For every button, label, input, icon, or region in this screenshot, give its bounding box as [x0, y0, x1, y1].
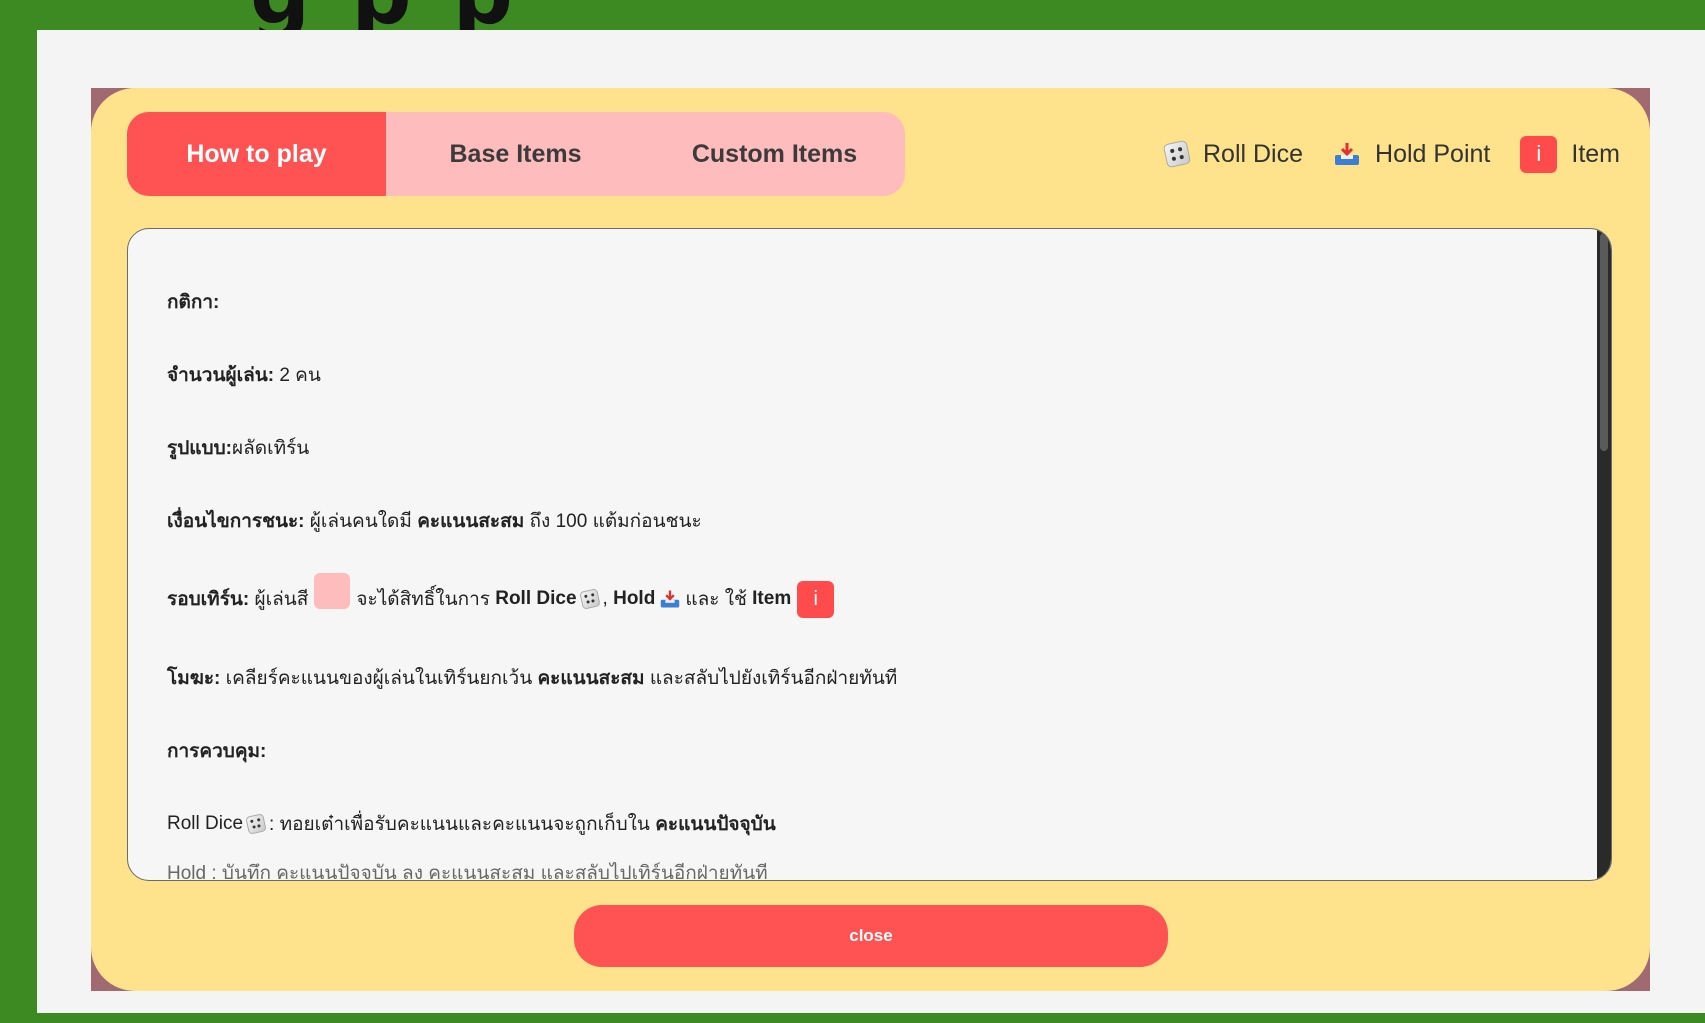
rule-text: ผู้เล่นคนใดมี — [309, 510, 412, 532]
rule-text: ถึง 100 แต้มก่อนชนะ — [529, 510, 702, 532]
player-color-swatch — [314, 573, 351, 609]
rule-players: จำนวนผู้เล่น: 2 คน — [167, 338, 1611, 411]
rule-bold: คะแนนสะสม — [417, 510, 525, 532]
rule-text: เคลียร์คะแนนของผู้เล่นในเทิร์นยกเว้น — [225, 667, 533, 689]
dice-icon — [578, 588, 601, 610]
rule-label: รูปแบบ: — [167, 437, 232, 459]
rule-label: การควบคุม: — [167, 740, 267, 762]
item-icon: i — [797, 580, 835, 618]
rule-win-condition: เงื่อนไขการชนะ: ผู้เล่นคนใดมี คะแนนสะสม … — [167, 484, 1611, 557]
rule-text: และ ใช้ — [685, 589, 747, 610]
legend-item-label: Item — [1571, 139, 1620, 168]
controls-legend: Roll Dice Hold Point i Item — [1162, 126, 1620, 182]
rule-bold: Roll Dice — [495, 588, 577, 609]
rule-bold: คะแนนสะสม — [537, 667, 645, 689]
item-icon: i — [1520, 135, 1558, 173]
rule-text: จะได้สิทธิ์ในการ — [356, 589, 490, 610]
rule-label: รอบเทิร์น: — [167, 589, 250, 610]
inbox-tray-icon — [661, 590, 680, 608]
rules-scroll-area[interactable]: กติกา: จำนวนผู้เล่น: 2 คน รูปแบบ: ผลัดเทิ… — [127, 228, 1612, 881]
rule-text: : ทอยเต๋าเพื่อรับคะแนนและคะแนนจะถูกเก็บใ… — [269, 813, 650, 835]
rule-bold: Hold — [613, 588, 656, 609]
rule-label: เงื่อนไขการชนะ: — [167, 510, 305, 532]
rule-bust: โมฆะ: เคลียร์คะแนนของผู้เล่นในเทิร์นยกเว… — [167, 641, 1611, 714]
rule-bold: คะแนนปัจจุบัน — [655, 813, 776, 835]
rule-bold: Item — [752, 588, 792, 609]
tab-custom-items[interactable]: Custom Items — [645, 112, 904, 196]
tab-bar: How to play Base Items Custom Items — [127, 112, 905, 196]
dice-icon — [1162, 139, 1192, 169]
rules-heading: กติกา: — [167, 265, 1611, 338]
rule-hold-control-cutoff: Hold : บันทึก คะแนนปัจจุบัน ลง คะแนนสะสม… — [167, 863, 768, 881]
rule-text: Roll Dice — [167, 812, 244, 834]
scrollbar[interactable] — [1597, 229, 1611, 880]
rule-label: จำนวนผู้เล่น: — [167, 364, 275, 386]
rule-text: , — [602, 588, 608, 609]
rule-turn: รอบเทิร์น: ผู้เล่นสี จะได้สิทธิ์ในการ Ro… — [167, 557, 1611, 641]
rules-heading-text: กติกา: — [167, 291, 220, 313]
rule-controls-heading: การควบคุม: — [167, 714, 1611, 787]
scrollbar-thumb[interactable] — [1600, 233, 1608, 451]
rule-text: ผู้เล่นสี — [254, 589, 309, 610]
rule-value: 2 คน — [279, 364, 321, 386]
close-button[interactable]: close — [574, 905, 1168, 967]
rule-value: ผลัดเทิร์น — [231, 437, 310, 459]
tab-base-items[interactable]: Base Items — [386, 112, 645, 196]
inbox-tray-icon — [1335, 143, 1360, 165]
legend-roll-label: Roll Dice — [1202, 139, 1304, 168]
rule-format: รูปแบบ: ผลัดเทิร์น — [167, 411, 1611, 484]
legend-hold-label: Hold Point — [1375, 139, 1491, 168]
rule-text: และสลับไปยังเทิร์นอีกฝ่ายทันที — [649, 667, 898, 689]
rule-roll-control: Roll Dice : ทอยเต๋าเพื่อรับคะแนนและคะแนน… — [167, 787, 1611, 860]
dice-icon — [245, 812, 267, 835]
tab-how-to-play[interactable]: How to play — [127, 112, 386, 196]
rules-content: กติกา: จำนวนผู้เล่น: 2 คน รูปแบบ: ผลัดเทิ… — [128, 229, 1611, 860]
rule-label: โมฆะ: — [167, 667, 221, 689]
how-to-play-modal: How to play Base Items Custom Items Roll… — [91, 88, 1650, 991]
